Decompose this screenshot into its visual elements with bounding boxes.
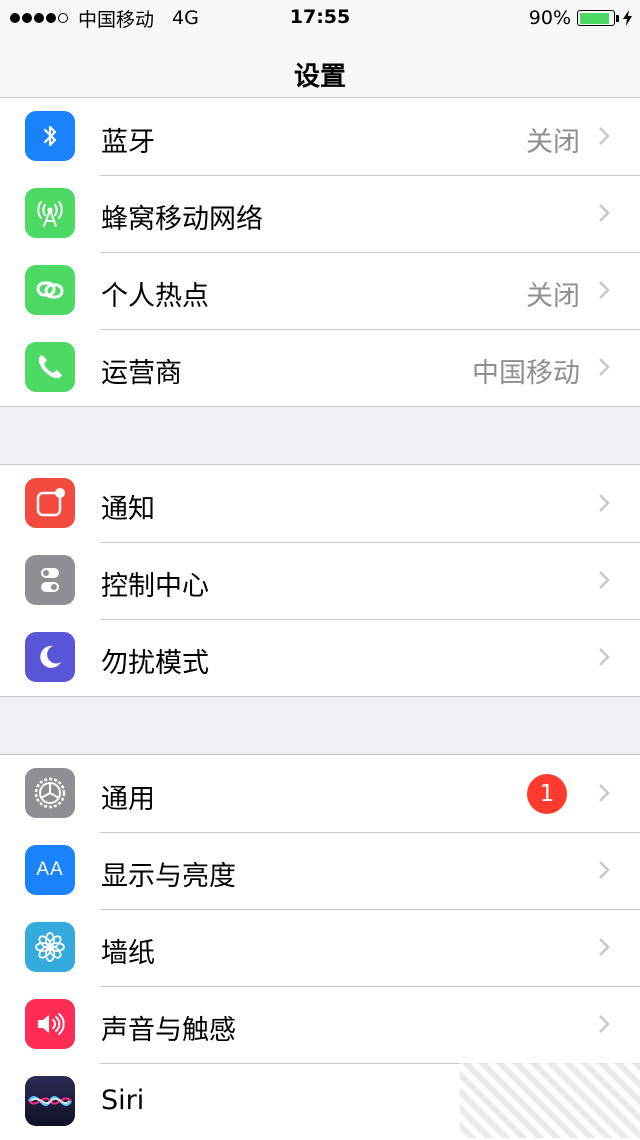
row-label: 控制中心: [101, 571, 209, 602]
settings-group-notifications: 通知 控制中心 勿扰模式: [0, 464, 640, 697]
settings-row-notifications[interactable]: 通知: [0, 465, 640, 542]
charging-bolt-icon: [623, 10, 632, 26]
chevron-right-icon: [599, 571, 610, 589]
settings-group-connectivity: 蓝牙 关闭 蜂窝移动网络 个人热点 关闭 运营商 中国移动: [0, 97, 640, 407]
row-label: 蓝牙: [101, 127, 155, 158]
notifications-icon: [25, 478, 75, 528]
status-bar: 中国移动 4G 17:55 90%: [0, 0, 640, 36]
settings-row-general[interactable]: 通用 1: [0, 755, 640, 832]
row-label: 墙纸: [101, 938, 155, 969]
settings-row-display-brightness[interactable]: AA 显示与亮度: [0, 832, 640, 909]
watermark: [460, 1063, 640, 1138]
chevron-right-icon: [599, 204, 610, 222]
cellular-antenna-icon: [25, 188, 75, 238]
row-label: 运营商: [101, 358, 182, 389]
battery-percent: 90%: [528, 7, 571, 29]
row-value: 中国移动: [472, 358, 580, 389]
battery-icon: [577, 10, 615, 26]
settings-row-do-not-disturb[interactable]: 勿扰模式: [0, 619, 640, 696]
wallpaper-flower-icon: [25, 922, 75, 972]
moon-icon: [25, 632, 75, 682]
row-label: 个人热点: [101, 281, 209, 312]
chevron-right-icon: [599, 127, 610, 145]
settings-row-personal-hotspot[interactable]: 个人热点 关闭: [0, 252, 640, 329]
row-label: 通用: [101, 784, 155, 815]
display-icon-text: AA: [36, 859, 64, 880]
row-label: Siri: [101, 1085, 145, 1116]
chevron-right-icon: [599, 861, 610, 879]
page-title: 设置: [293, 62, 346, 92]
chevron-right-icon: [599, 938, 610, 956]
row-label: 声音与触感: [101, 1015, 236, 1046]
gear-icon: [25, 768, 75, 818]
speaker-icon: [25, 999, 75, 1049]
status-right: 90%: [529, 6, 632, 30]
display-brightness-icon: AA: [25, 845, 75, 895]
control-center-icon: [25, 555, 75, 605]
chevron-right-icon: [599, 494, 610, 512]
settings-row-bluetooth[interactable]: 蓝牙 关闭: [0, 98, 640, 175]
chevron-right-icon: [599, 358, 610, 376]
row-value: 关闭: [526, 127, 580, 158]
settings-row-wallpaper[interactable]: 墙纸: [0, 909, 640, 986]
bluetooth-icon: [25, 111, 75, 161]
settings-row-sounds-haptics[interactable]: 声音与触感: [0, 986, 640, 1063]
phone-icon: [25, 342, 75, 392]
row-label: 显示与亮度: [101, 861, 236, 892]
row-label: 蜂窝移动网络: [101, 204, 263, 235]
siri-icon: [25, 1076, 75, 1126]
row-value: 关闭: [526, 281, 580, 312]
settings-row-control-center[interactable]: 控制中心: [0, 542, 640, 619]
chevron-right-icon: [599, 281, 610, 299]
update-count-badge: 1: [527, 774, 567, 814]
battery-fill: [579, 12, 609, 24]
personal-hotspot-icon: [25, 265, 75, 315]
settings-row-carrier[interactable]: 运营商 中国移动: [0, 329, 640, 406]
row-label: 勿扰模式: [101, 648, 209, 679]
chevron-right-icon: [599, 784, 610, 802]
row-label: 通知: [101, 494, 155, 525]
settings-row-cellular[interactable]: 蜂窝移动网络: [0, 175, 640, 252]
chevron-right-icon: [599, 1015, 610, 1033]
chevron-right-icon: [599, 648, 610, 666]
battery-cap: [616, 14, 619, 22]
